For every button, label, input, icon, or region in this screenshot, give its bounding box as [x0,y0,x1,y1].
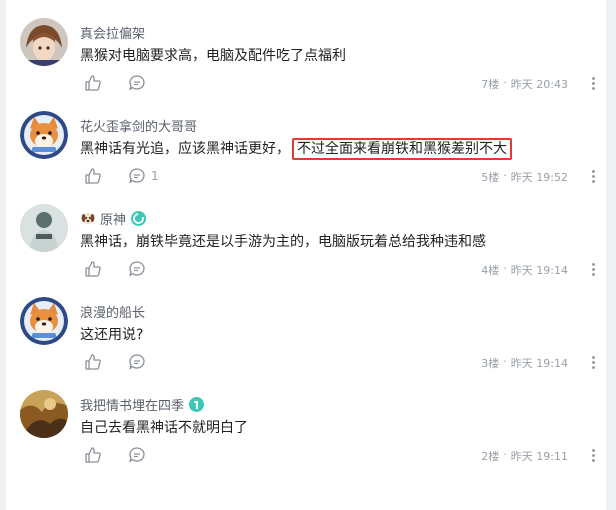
comment-text: 自己去看黑神话不就明白了 [80,420,248,436]
timestamp: 昨天 19:14 [510,357,568,370]
username[interactable]: 真会拉偏架 [80,23,145,42]
comment-meta: 3楼 · 昨天 19:14 [481,355,568,371]
meta-separator: · [503,169,507,182]
like-button[interactable] [84,74,102,92]
more-options-button[interactable] [586,353,600,371]
floor-number: 4楼 [481,264,500,277]
floor-number: 3楼 [481,357,500,370]
timestamp: 昨天 19:14 [510,264,568,277]
more-options-button[interactable] [586,446,600,464]
meta-separator: · [503,76,507,89]
username[interactable]: 原神 [100,209,126,228]
comment-bubble-icon [129,168,145,184]
dog-emoji-icon [80,210,96,226]
reply-button[interactable]: 1 [128,167,159,185]
comment-item: 我把情书埋在四季 自己去看黑神话不就明白了 2楼 · 昨天 19:11 [6,372,606,464]
more-options-button[interactable] [586,167,600,185]
meta-separator: · [503,355,507,368]
reply-button[interactable] [128,353,151,371]
more-dots-icon [591,169,595,173]
illustration-avatar [20,390,68,438]
more-dots-icon [591,76,595,80]
avatar[interactable] [20,390,68,438]
more-options-button[interactable] [586,74,600,92]
comment-meta: 7楼 · 昨天 20:43 [481,76,568,92]
avatar[interactable] [20,18,68,66]
more-dots-icon [591,262,595,266]
level-badge-icon [130,210,147,227]
reply-button[interactable] [128,74,151,92]
more-dots-icon [591,355,595,359]
comment-bubble-icon [129,75,145,91]
like-button[interactable] [84,167,102,185]
more-options-button[interactable] [586,260,600,278]
timestamp: 昨天 19:52 [510,171,568,184]
shiba-dog-avatar [20,297,68,345]
anime-character-avatar [20,18,68,66]
shiba-dog-avatar [20,111,68,159]
reply-button[interactable] [128,446,151,464]
like-button[interactable] [84,353,102,371]
comment-text: 黑神话，崩铁毕竟还是以手游为主的，电脑版玩着总给我种违和感 [80,234,486,250]
floor-number: 7楼 [481,78,500,91]
timestamp: 昨天 19:11 [510,450,568,463]
comment-bubble-icon [129,447,145,463]
comment-text: 这还用说? [80,327,144,343]
like-button[interactable] [84,260,102,278]
comment-item: 浪漫的船长 这还用说? 3楼 · 昨天 19:14 [6,279,606,371]
character-figure-avatar [20,204,68,252]
meta-separator: · [503,448,507,461]
comment-bubble-icon [129,261,145,277]
reply-button[interactable] [128,260,151,278]
thumbs-up-icon [85,261,101,277]
meta-separator: · [503,262,507,275]
comment-text: 黑神话有光追，应该黑神话更好， 不过全面来看崩铁和黑猴差别不大 [80,138,512,160]
thumbs-up-icon [85,168,101,184]
thumbs-up-icon [85,75,101,91]
comment-item: 真会拉偏架 黑猴对电脑要求高，电脑及配件吃了点福利 7楼 · 昨天 20:43 [6,0,606,92]
comment-bubble-icon [129,354,145,370]
username[interactable]: 浪漫的船长 [80,302,145,321]
floor-number: 2楼 [481,450,500,463]
more-dots-icon [591,448,595,452]
comment-item: 原神 黑神话，崩铁毕竟还是以手游为主的，电脑版玩着总给我种违和感 4楼 · 昨天… [6,186,606,278]
comment-list: 真会拉偏架 黑猴对电脑要求高，电脑及配件吃了点福利 7楼 · 昨天 20:43 … [6,0,606,510]
username[interactable]: 我把情书埋在四季 [80,395,184,414]
comment-meta: 2楼 · 昨天 19:11 [481,448,568,464]
thumbs-up-icon [85,354,101,370]
like-button[interactable] [84,446,102,464]
comment-meta: 5楼 · 昨天 19:52 [481,169,568,185]
comment-item: 花火歪拿剑的大哥哥 黑神话有光追，应该黑神话更好， 不过全面来看崩铁和黑猴差别不大… [6,93,606,185]
floor-number: 5楼 [481,171,500,184]
avatar[interactable] [20,204,68,252]
comment-meta: 4楼 · 昨天 19:14 [481,262,568,278]
level-badge-icon [188,396,205,413]
highlighted-text: 不过全面来看崩铁和黑猴差别不大 [292,138,512,160]
avatar[interactable] [20,297,68,345]
thumbs-up-icon [85,447,101,463]
avatar[interactable] [20,111,68,159]
reply-count: 1 [151,169,159,183]
username[interactable]: 花火歪拿剑的大哥哥 [80,116,197,135]
comment-text: 黑猴对电脑要求高，电脑及配件吃了点福利 [80,48,346,64]
timestamp: 昨天 20:43 [510,78,568,91]
